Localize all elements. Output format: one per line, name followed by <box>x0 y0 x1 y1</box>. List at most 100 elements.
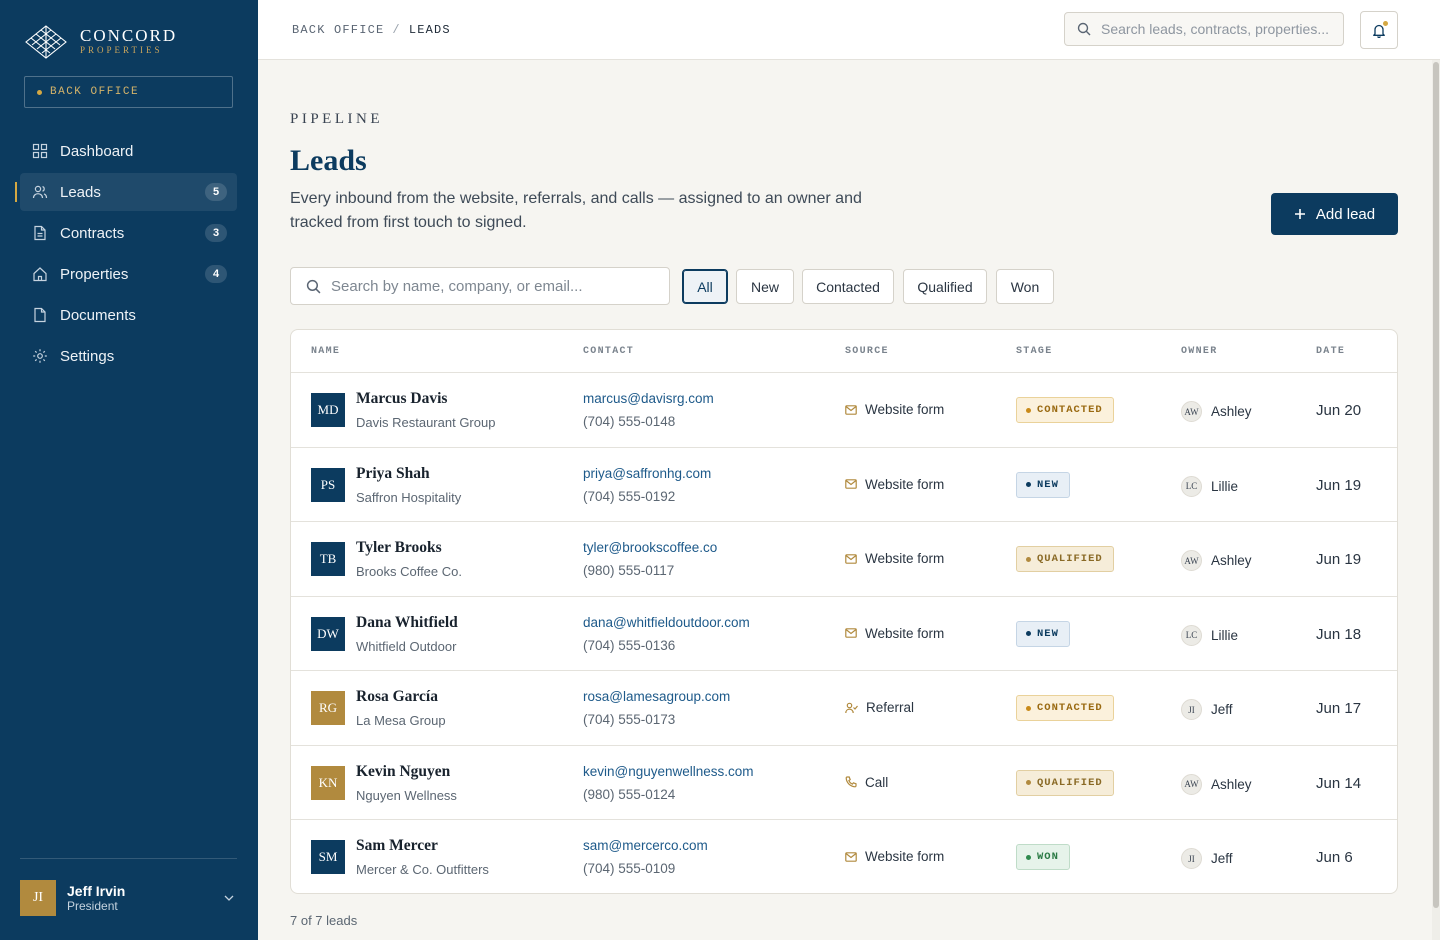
lead-email-link[interactable]: tyler@brookscoffee.co <box>583 540 717 555</box>
search-icon <box>1077 22 1091 36</box>
stage-dot <box>1026 556 1031 562</box>
lead-owner: JI Jeff <box>1181 848 1233 869</box>
filter-chip-won[interactable]: Won <box>996 269 1054 304</box>
sidebar-item-contracts[interactable]: Contracts 3 <box>20 214 237 252</box>
column-header-date[interactable]: DATE <box>1316 346 1345 357</box>
lead-source-label: Website form <box>865 849 945 864</box>
lead-source-label: Website form <box>865 476 945 492</box>
owner-avatar: JI <box>1181 699 1202 720</box>
home-icon <box>32 266 48 282</box>
sidebar-item-leads[interactable]: Leads 5 <box>15 173 237 211</box>
divider <box>20 858 237 859</box>
filter-chip-qualified[interactable]: Qualified <box>903 269 987 304</box>
table-row[interactable]: PS Priya Shah Saffron Hospitality priya@saf… <box>291 448 1397 522</box>
stage-dot <box>1026 482 1031 487</box>
table-row[interactable]: SM Sam Mercer Mercer & Co. Outfitters sam@m… <box>291 820 1397 893</box>
lead-name[interactable]: Marcus Davis <box>356 390 447 408</box>
page-title: Leads <box>290 144 367 177</box>
table-row[interactable]: MD Marcus Davis Davis Restaurant Group marc… <box>291 373 1397 448</box>
lead-company: Brooks Coffee Co. <box>356 564 462 579</box>
sidebar-item-label: Dashboard <box>60 142 134 160</box>
sidebar-item-label: Leads <box>60 183 101 201</box>
owner-name: Lillie <box>1211 627 1239 643</box>
filter-chip-contacted[interactable]: Contacted <box>802 269 894 304</box>
phone-icon <box>845 776 857 788</box>
breadcrumb-separator: / <box>392 23 401 37</box>
lead-name[interactable]: Priya Shah <box>356 465 430 483</box>
lead-email-link[interactable]: sam@mercerco.com <box>583 838 708 853</box>
stage-label: WON <box>1037 851 1059 863</box>
table-row[interactable]: DW Dana Whitfield Whitfield Outdoor dana@wh… <box>291 597 1397 671</box>
lead-email-link[interactable]: rosa@lamesagroup.com <box>583 689 730 704</box>
lead-email-link[interactable]: kevin@nguyenwellness.com <box>583 764 754 779</box>
lead-source: Call <box>845 775 888 790</box>
mail-icon <box>845 404 857 415</box>
table-row[interactable]: TB Tyler Brooks Brooks Coffee Co. tyler@bro… <box>291 522 1397 597</box>
brand-logo[interactable]: CONCORD PROPERTIES <box>24 24 177 60</box>
count-badge: 4 <box>205 265 227 283</box>
column-header-name[interactable]: NAME <box>311 346 340 357</box>
lead-email-link[interactable]: dana@whitfieldoutdoor.com <box>583 615 750 630</box>
table-row[interactable]: KN Kevin Nguyen Nguyen Wellness kevin@nguye… <box>291 746 1397 820</box>
lead-company: La Mesa Group <box>356 713 446 728</box>
owner-avatar: AW <box>1181 550 1202 571</box>
column-header-source[interactable]: SOURCE <box>845 346 889 357</box>
user-name: Jeff Irvin <box>67 883 126 899</box>
lead-name[interactable]: Kevin Nguyen <box>356 763 450 781</box>
table-row[interactable]: RG Rosa García La Mesa Group rosa@lamesagro… <box>291 671 1397 746</box>
lead-company: Davis Restaurant Group <box>356 415 496 430</box>
lead-search-input[interactable] <box>331 277 651 295</box>
sidebar-item-settings[interactable]: Settings <box>20 337 237 375</box>
sidebar-item-documents[interactable]: Documents <box>20 296 237 334</box>
file-text-icon <box>32 225 48 241</box>
lead-avatar: SM <box>311 840 345 874</box>
brand-name: CONCORD <box>80 26 178 45</box>
stage-badge: WON <box>1016 844 1070 870</box>
lead-email-link[interactable]: priya@saffronhg.com <box>583 466 711 481</box>
sidebar-item-dashboard[interactable]: Dashboard <box>20 132 237 170</box>
lead-name[interactable]: Sam Mercer <box>356 837 438 855</box>
stage-label: CONTACTED <box>1037 702 1103 714</box>
column-header-contact[interactable]: CONTACT <box>583 346 634 357</box>
lead-name[interactable]: Dana Whitfield <box>356 614 458 632</box>
lead-date: Jun 6 <box>1316 849 1353 866</box>
user-menu[interactable]: JI Jeff Irvin President <box>20 880 237 916</box>
lead-source: Website form <box>845 849 944 864</box>
lead-name[interactable]: Tyler Brooks <box>356 539 442 557</box>
workspace-badge[interactable]: BACK OFFICE <box>24 76 233 108</box>
sidebar-item-label: Contracts <box>60 224 125 242</box>
lead-date: Jun 19 <box>1316 551 1362 568</box>
document-icon <box>32 307 48 323</box>
chevron-down-icon[interactable] <box>221 890 237 906</box>
avatar: JI <box>20 880 56 916</box>
lead-source: Website form <box>845 402 944 417</box>
count-badge: 5 <box>205 183 227 201</box>
breadcrumb-root[interactable]: BACK OFFICE <box>292 23 384 37</box>
lead-phone: (704) 555-0148 <box>583 414 676 429</box>
lead-source: Website form <box>845 626 944 641</box>
breadcrumb: BACK OFFICE / LEADS <box>292 23 451 37</box>
lead-date: Jun 20 <box>1316 402 1362 419</box>
notifications-button[interactable] <box>1360 11 1398 49</box>
owner-avatar: LC <box>1181 475 1202 497</box>
lead-email-link[interactable]: marcus@davisrg.com <box>583 391 714 406</box>
sidebar-item-properties[interactable]: Properties 4 <box>20 255 237 293</box>
add-lead-button[interactable]: Add lead <box>1271 193 1398 235</box>
stage-dot <box>1026 705 1031 711</box>
column-header-stage[interactable]: STAGE <box>1016 346 1053 357</box>
lead-avatar: DW <box>311 616 345 651</box>
scrollbar-thumb[interactable] <box>1433 62 1439 908</box>
sidebar: CONCORD PROPERTIES BACK OFFICE Dashboard… <box>0 0 258 940</box>
stage-dot <box>1026 854 1031 860</box>
stage-badge: QUALIFIED <box>1016 546 1114 572</box>
stage-label: CONTACTED <box>1037 404 1103 416</box>
stage-dot <box>1026 780 1031 785</box>
filter-chip-all[interactable]: All <box>682 269 728 304</box>
column-header-owner[interactable]: OWNER <box>1181 346 1218 357</box>
owner-name: Ashley <box>1211 404 1252 419</box>
filter-chip-new[interactable]: New <box>736 269 794 304</box>
global-search-input[interactable] <box>1101 21 1331 37</box>
lead-phone: (980) 555-0117 <box>583 563 675 578</box>
lead-name[interactable]: Rosa García <box>356 688 438 706</box>
lead-phone: (704) 555-0136 <box>583 637 676 653</box>
